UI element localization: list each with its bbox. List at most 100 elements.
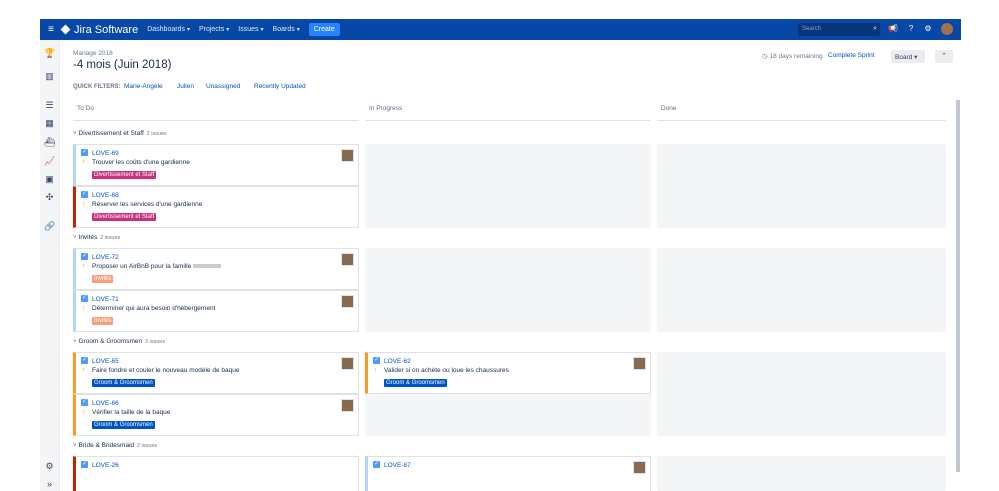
quick-filter-unassigned[interactable]: Unassigned [206, 83, 240, 90]
assignee-avatar [341, 399, 354, 412]
story-type-icon: ✓ [373, 357, 380, 364]
issue-key[interactable]: LOVE-69 [92, 150, 119, 157]
collapse-header-icon[interactable]: ⌃ [935, 50, 953, 63]
issue-card[interactable]: ✓ LOVE-66 ↑ Vérifier la taille de la baq… [73, 394, 359, 436]
issue-key[interactable]: LOVE-65 [92, 358, 119, 365]
project-avatar-icon[interactable]: 🏆 [44, 48, 55, 58]
epic-label: Invités [92, 275, 114, 283]
nav-projects[interactable]: Projects ▾ [199, 26, 229, 33]
issue-summary: Faire fondre et couler le nouveau modèle… [92, 367, 240, 374]
nav-issues[interactable]: Issues ▾ [238, 26, 263, 33]
sprint-title: -4 mois (Juin 2018) [73, 59, 172, 71]
jira-logo[interactable]: Jira Software [60, 24, 138, 36]
assignee-avatar [341, 253, 354, 266]
settings-icon[interactable]: ⚙ [922, 23, 934, 35]
active-sprints-icon[interactable]: ▦ [44, 118, 55, 128]
assignee-avatar [633, 461, 646, 474]
vertical-scrollbar[interactable] [956, 100, 960, 472]
priority-arrow-icon: ↑ [82, 201, 86, 208]
assignee-avatar [633, 357, 646, 370]
column-header-done: Done [657, 99, 946, 121]
redacted-text [193, 264, 222, 269]
issue-card[interactable]: ✓ LOVE-68 ↑ Réserver les services d'une … [73, 186, 359, 228]
releases-icon[interactable]: ⛴ [44, 137, 55, 147]
chevron-down-icon: ˅ [73, 235, 77, 241]
issue-key[interactable]: LOVE-71 [92, 296, 119, 303]
story-type-icon: ✓ [81, 357, 88, 364]
quick-filter-recently-updated[interactable]: Recently Updated [254, 83, 306, 90]
priority-arrow-icon: ↑ [374, 367, 378, 374]
issue-card[interactable]: ✓ LOVE-71 ↑ Déterminer qui aura besoin d… [73, 290, 359, 332]
column-cell [657, 144, 946, 228]
help-icon[interactable]: ? [905, 23, 917, 35]
swimlane-header[interactable]: ˅ Divertissement et Staff 2 issues [73, 130, 167, 137]
search-icon: ⌕ [873, 25, 877, 32]
assignee-avatar [341, 149, 354, 162]
components-icon[interactable]: ✣ [44, 192, 55, 202]
project-sidebar: 🏆 ▥ ☰ ▦ ⛴ 📈 ▣ ✣ 🔗 ⚙ » [40, 40, 60, 491]
issue-key[interactable]: LOVE-68 [92, 192, 119, 199]
quick-filter-julien[interactable]: Julien [177, 83, 194, 90]
story-type-icon: ✓ [81, 295, 88, 302]
assignee-avatar [341, 295, 354, 308]
user-avatar[interactable] [941, 23, 953, 35]
board-switch-icon[interactable]: ▥ [44, 71, 55, 81]
story-type-icon: ✓ [81, 191, 88, 198]
issue-card[interactable]: ✓ LOVE-65 ↑ Faire fondre et couler le no… [73, 352, 359, 394]
swimlane-header[interactable]: ˅ Bride & Bridesmaid 2 issues [73, 442, 157, 449]
epic-label: Divertissement et Staff [92, 213, 157, 221]
chevron-down-icon: ˅ [73, 339, 77, 345]
story-type-icon: ✓ [373, 461, 380, 468]
issue-key[interactable]: LOVE-72 [92, 254, 119, 261]
chevron-down-icon: ˅ [73, 131, 77, 137]
top-navigation-bar: ≡ Jira Software Dashboards ▾ Projects ▾ Is… [40, 19, 961, 40]
issue-summary: Proposer un AirBnB pour la famille [92, 263, 222, 270]
board-menu-button[interactable]: Board ▾ [891, 50, 925, 63]
column-cell [657, 248, 946, 332]
chevron-down-icon: ▾ [186, 27, 190, 33]
issue-key[interactable]: LOVE-26 [92, 462, 119, 469]
menu-icon[interactable]: ≡ [40, 24, 62, 35]
priority-arrow-icon: ↑ [82, 263, 86, 270]
column-header-todo: To Do [73, 99, 359, 121]
sprint-remaining: ◷ 18 days remaining [762, 53, 823, 60]
issue-summary: Trouver les coûts d'une gardienne [92, 159, 190, 166]
issues-icon[interactable]: ▣ [44, 174, 55, 184]
issue-card[interactable]: ✓ LOVE-62 ↑ Valider si on achète ou loue… [365, 352, 651, 394]
project-settings-icon[interactable]: ⚙ [44, 461, 55, 471]
jira-window: ≡ Jira Software Dashboards ▾ Projects ▾ Is… [40, 19, 961, 491]
quick-filter-marie-angele[interactable]: Marie-Angèle [124, 83, 163, 90]
swimlane-header[interactable]: ˅ Groom & Groomsmen 3 issues [73, 338, 165, 345]
chevron-down-icon: ▾ [226, 27, 230, 33]
jira-diamond-icon [60, 24, 71, 35]
priority-arrow-icon: ↑ [82, 305, 86, 312]
priority-arrow-icon: ↑ [82, 367, 86, 374]
nav-boards[interactable]: Boards ▾ [273, 26, 300, 33]
nav-dashboards[interactable]: Dashboards ▾ [147, 26, 190, 33]
story-type-icon: ✓ [81, 461, 88, 468]
issue-card[interactable]: ✓ LOVE-72 ↑ Proposer un AirBnB pour la f… [73, 248, 359, 290]
swimlane-header[interactable]: ˅ Invités 2 issues [73, 234, 120, 241]
backlog-icon[interactable]: ☰ [44, 100, 55, 110]
issue-key[interactable]: LOVE-62 [384, 358, 411, 365]
chevron-down-icon: ▾ [914, 54, 918, 61]
link-icon[interactable]: 🔗 [44, 221, 55, 231]
chevron-down-icon: ˅ [73, 443, 77, 449]
breadcrumb[interactable]: Mariage 2018 [73, 50, 113, 57]
create-button[interactable]: Create [308, 23, 340, 36]
issue-summary: Valider si on achète ou loue les chaussu… [384, 367, 509, 374]
search-input[interactable]: Search ⌕ [798, 23, 880, 36]
notifications-icon[interactable]: 📢 [887, 23, 899, 35]
issue-card[interactable]: ✓ LOVE-69 ↑ Trouver les coûts d'une gard… [73, 144, 359, 186]
reports-icon[interactable]: 📈 [44, 156, 55, 166]
issue-card[interactable]: ✓ LOVE-26 [73, 456, 359, 491]
column-cell [657, 456, 946, 491]
story-type-icon: ✓ [81, 253, 88, 260]
issue-key[interactable]: LOVE-66 [92, 400, 119, 407]
column-header-in-progress: In Progress [365, 99, 651, 121]
epic-label: Groom & Groomsmen [92, 421, 155, 429]
issue-key[interactable]: LOVE-87 [384, 462, 411, 469]
complete-sprint-link[interactable]: Complete Sprint [828, 52, 875, 59]
expand-sidebar-icon[interactable]: » [44, 479, 55, 489]
issue-card[interactable]: ✓ LOVE-87 [365, 456, 651, 491]
